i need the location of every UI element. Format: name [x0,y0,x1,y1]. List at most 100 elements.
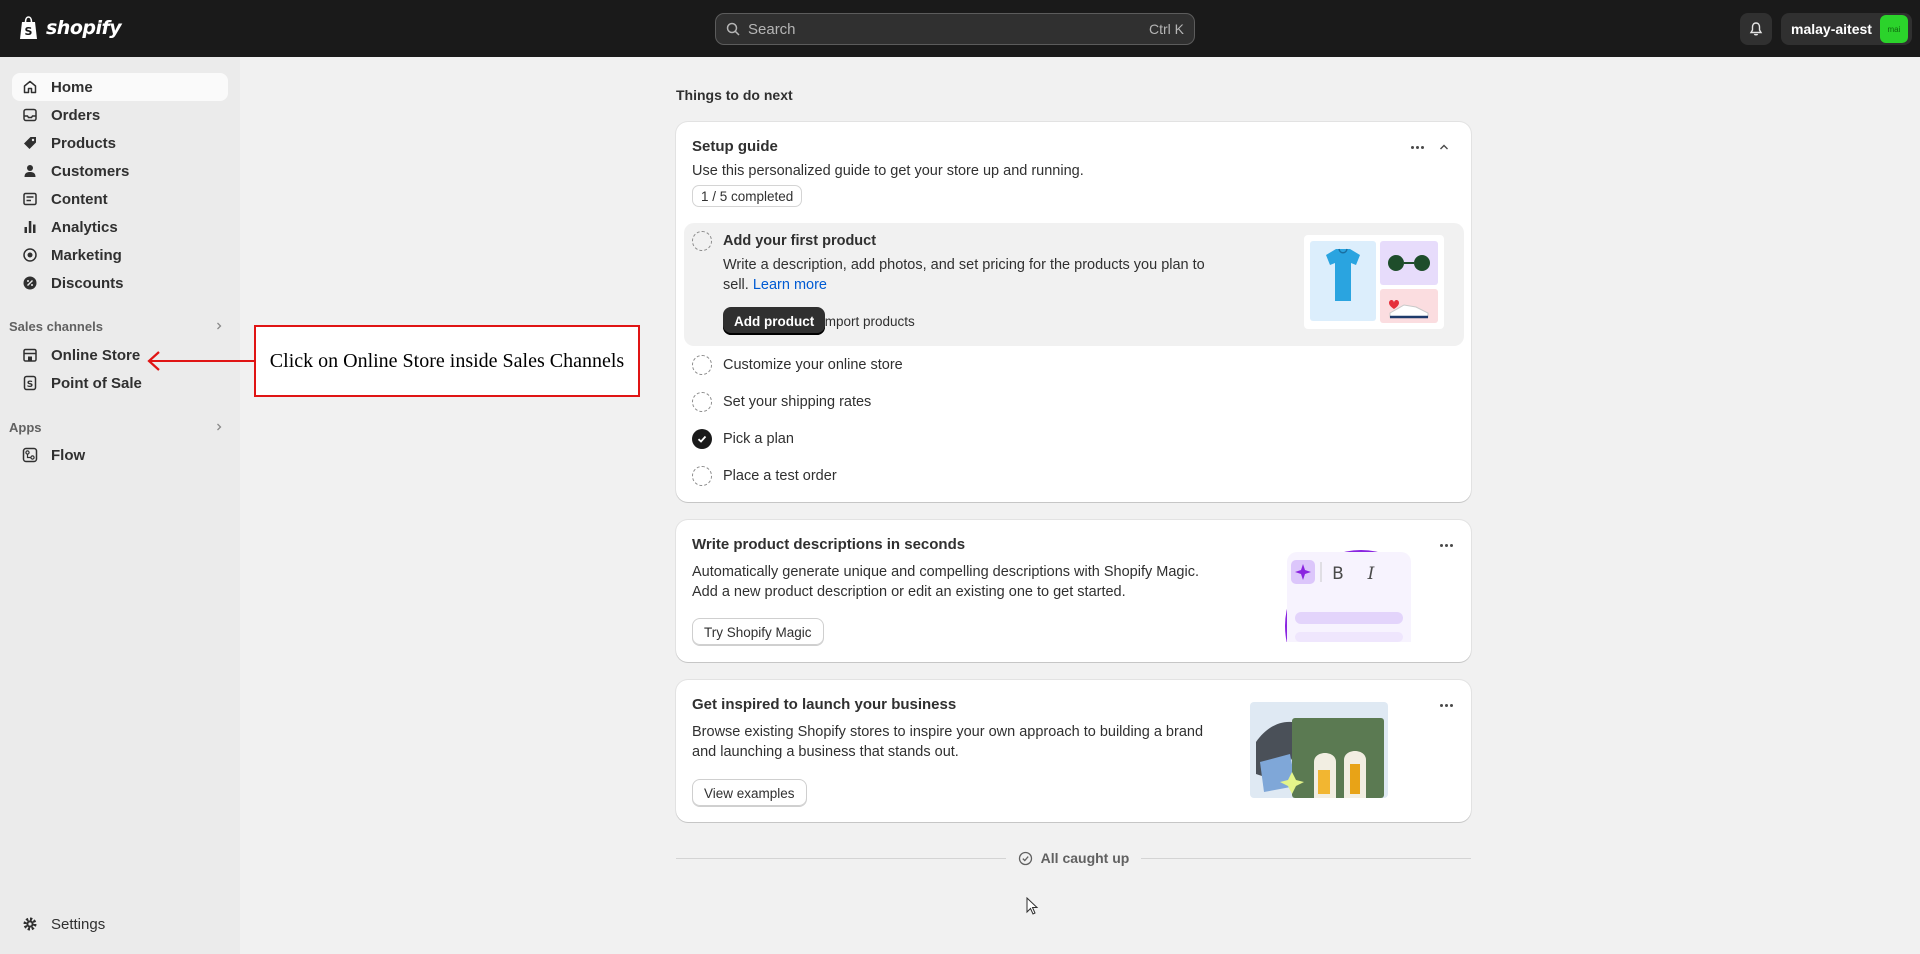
sidebar-item-label: Online Store [51,346,141,364]
inspire-card-description: Browse existing Shopify stores to inspir… [692,722,1203,762]
view-examples-button[interactable]: View examples [692,779,807,807]
active-step-description-line1: Write a description, add photos, and set… [723,257,1205,273]
step-customize-store[interactable]: Customize your online store [723,357,903,373]
setup-guide-description: Use this personalized guide to get your … [692,163,1084,179]
active-step-panel: Add your first product Write a descripti… [684,223,1464,346]
sidebar-item-marketing[interactable]: Marketing [12,241,228,269]
sidebar-item-label: Customers [51,162,130,180]
active-step-description-line2: sell. [723,277,749,293]
store-examples-illustration [1250,702,1388,798]
flow-icon [22,447,38,463]
top-bar: S shopify Search Ctrl K malay-aitest mai [0,0,1920,57]
sidebar-item-point-of-sale[interactable]: S Point of Sale [12,369,228,397]
sidebar-item-label: Home [51,78,93,96]
inspire-card-title: Get inspired to launch your business [692,696,957,713]
add-product-button[interactable]: Add product [723,307,826,335]
more-options-icon[interactable] [1405,137,1429,157]
apps-header[interactable]: Apps [9,417,224,437]
sidebar-item-flow[interactable]: Flow [12,441,228,469]
annotation-arrow [147,351,255,371]
search-shortcut: Ctrl K [1149,21,1184,37]
page-title: Things to do next [676,87,793,103]
sidebar-item-label: Flow [51,446,86,464]
sidebar-item-customers[interactable]: Customers [12,157,228,185]
sidebar-item-label: Settings [51,915,106,933]
sidebar-item-label: Orders [51,106,101,124]
store-name: malay-aitest [1791,21,1872,37]
search-icon [726,22,740,36]
step-shipping-rates[interactable]: Set your shipping rates [723,394,871,410]
sidebar-item-settings[interactable]: Settings [12,910,228,938]
setup-guide-title: Setup guide [692,138,778,155]
bold-format-icon: B [1332,564,1344,584]
search-placeholder: Search [748,20,796,38]
try-shopify-magic-button[interactable]: Try Shopify Magic [692,618,824,646]
shopify-magic-card: Write product descriptions in seconds Au… [676,520,1471,662]
sidebar-item-label: Analytics [51,218,118,236]
all-caught-up-label: All caught up [1040,850,1130,866]
sidebar-item-label: Discounts [51,274,124,292]
shopify-logo[interactable]: S shopify [18,16,122,40]
chevron-up-icon[interactable] [1434,137,1454,157]
annotation-text: Click on Online Store inside Sales Chann… [269,349,625,372]
step-test-order[interactable]: Place a test order [723,468,837,484]
step-pick-plan[interactable]: Pick a plan [723,431,794,447]
magic-card-description: Automatically generate unique and compel… [692,562,1199,602]
checkmark-icon[interactable] [692,429,712,449]
sidebar-item-label: Point of Sale [51,374,142,392]
avatar: mai [1879,15,1908,43]
magic-card-title: Write product descriptions in seconds [692,536,966,553]
step-incomplete-icon[interactable] [692,466,712,486]
check-circle-icon [1018,851,1032,865]
divider-line [676,857,1006,859]
apps-label: Apps [9,419,42,435]
step-incomplete-icon[interactable] [692,355,712,375]
sidebar-item-label: Marketing [51,246,122,264]
progress-badge: 1 / 5 completed [692,185,803,207]
active-step-title[interactable]: Add your first product [723,233,876,249]
inspiration-card: Get inspired to launch your business Bro… [676,680,1471,822]
more-options-icon[interactable] [1434,695,1458,715]
magic-description-line2: Add a new product description or edit an… [692,584,1126,600]
sidebar-item-content[interactable]: Content [12,185,228,213]
sidebar-item-home[interactable]: Home [12,73,228,101]
gear-icon [22,916,38,932]
learn-more-link[interactable]: Learn more [753,277,827,293]
all-caught-up-status: All caught up [1006,850,1142,866]
sidebar-item-label: Content [51,190,108,208]
setup-guide-card: Setup guide Use this personalized guide … [676,122,1471,502]
shopify-bag-icon: S [20,16,37,39]
bell-icon [1749,22,1763,36]
divider-line [1141,857,1472,859]
discount-icon [22,275,38,291]
sidebar-item-orders[interactable]: Orders [12,101,228,129]
home-icon [22,79,38,95]
sidebar-item-label: Products [51,134,117,152]
notifications-button[interactable] [1740,13,1772,45]
sales-channels-label: Sales channels [9,318,103,334]
step-incomplete-icon[interactable] [692,231,712,251]
sidebar-item-analytics[interactable]: Analytics [12,213,228,241]
store-menu-button[interactable]: malay-aitest mai [1781,13,1912,45]
step-incomplete-icon[interactable] [692,392,712,412]
tag-icon [22,135,38,151]
mouse-cursor-icon [1026,897,1039,915]
import-products-button[interactable]: Import products [811,307,925,335]
chevron-right-icon [217,423,222,431]
bar-chart-icon [22,219,38,235]
pos-icon: S [22,375,38,391]
svg-text:S: S [25,25,33,38]
sales-channels-header[interactable]: Sales channels [9,316,224,336]
magic-description-line1: Automatically generate unique and compel… [692,564,1199,580]
image-icon [22,191,38,207]
all-caught-up-divider: All caught up [676,848,1472,868]
svg-text:S: S [27,380,33,390]
store-icon [22,347,38,363]
search-input[interactable]: Search Ctrl K [715,13,1195,45]
sidebar-item-discounts[interactable]: Discounts [12,269,228,297]
more-options-icon[interactable] [1434,535,1458,555]
person-icon [22,163,38,179]
logo-wordmark: shopify [46,17,122,39]
inspire-description-line2: and launching a business that stands out… [692,744,959,760]
sidebar-item-products[interactable]: Products [12,129,228,157]
